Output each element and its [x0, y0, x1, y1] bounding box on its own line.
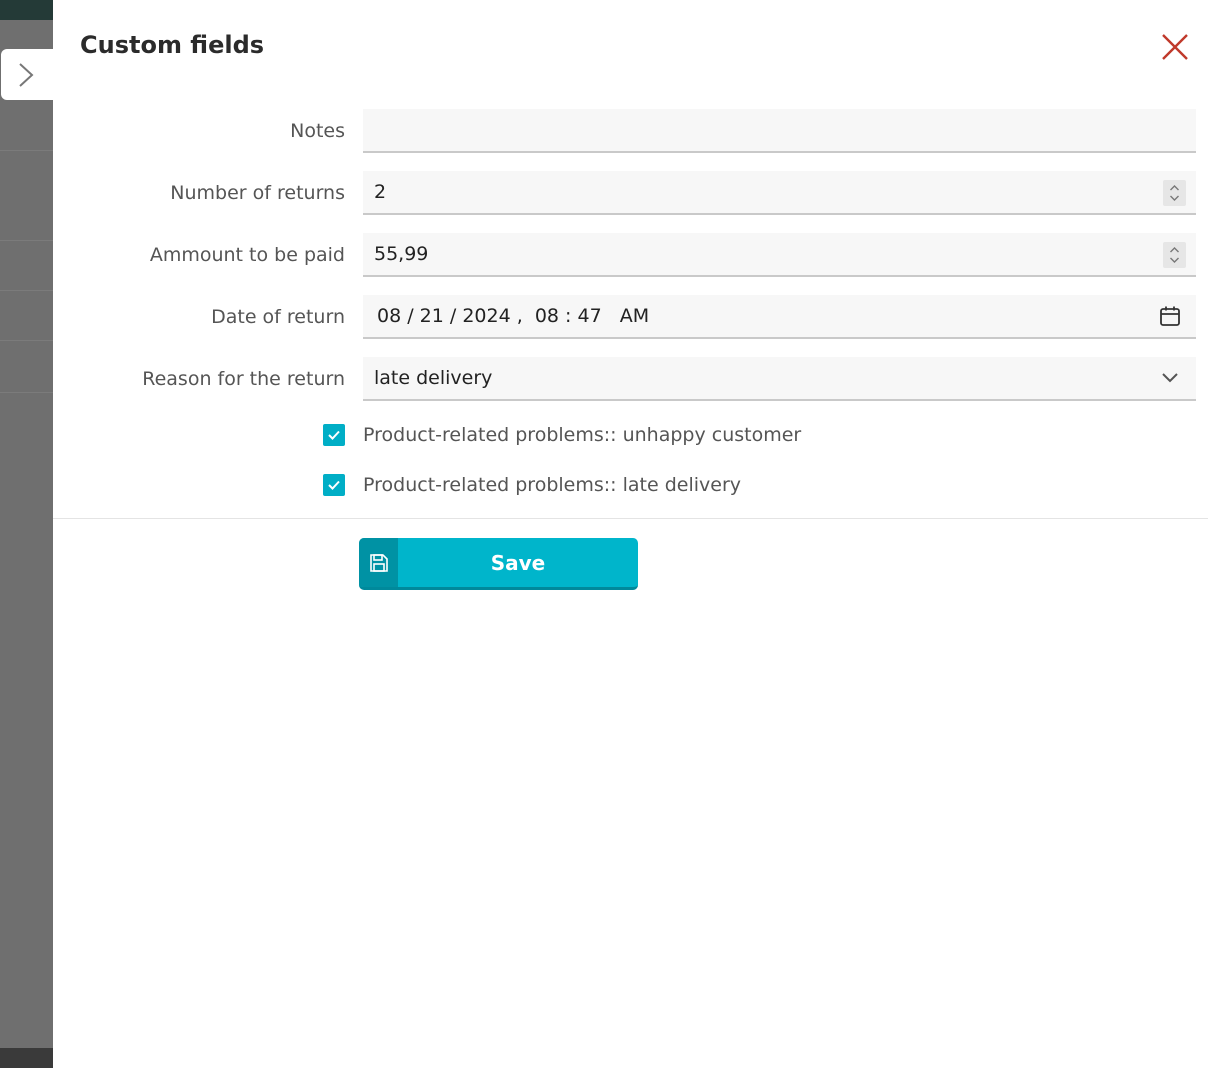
returns-value: 2 [374, 181, 387, 203]
reason-value: late delivery [374, 367, 493, 389]
close-icon [1162, 34, 1188, 60]
panel-title: Custom fields [80, 31, 265, 59]
save-label: Save [490, 550, 546, 575]
returns-stepper[interactable] [1163, 180, 1186, 206]
returns-label: Number of returns [170, 182, 345, 204]
save-icon-box [359, 538, 398, 587]
notes-input[interactable] [363, 109, 1196, 153]
background-divider [0, 392, 53, 393]
checkmark-icon [328, 430, 340, 440]
returns-row: Number of returns 2 [53, 171, 1208, 215]
checkbox-label: Product-related problems:: late delivery [363, 474, 741, 496]
background-divider [0, 240, 53, 241]
reason-row: Reason for the return late delivery [53, 357, 1208, 401]
notes-row: Notes [53, 109, 1208, 153]
checkmark-icon [328, 480, 340, 490]
expand-panel-button[interactable] [1, 49, 53, 100]
floppy-disk-icon [369, 553, 388, 572]
save-button[interactable]: Save [359, 538, 638, 590]
unhappy-customer-checkbox[interactable] [323, 424, 345, 446]
stepper-arrows-icon [1170, 185, 1179, 201]
stepper-arrows-icon [1170, 247, 1179, 263]
close-button[interactable] [1159, 31, 1191, 63]
date-input[interactable]: 08 / 21 / 2024 , 08 : 47 AM [363, 295, 1196, 339]
amount-input[interactable]: 55,99 [363, 233, 1196, 277]
notes-label: Notes [290, 120, 345, 142]
background-divider [0, 290, 53, 291]
custom-fields-panel: Custom fields Notes Number of returns 2 … [53, 0, 1208, 1068]
returns-input[interactable]: 2 [363, 171, 1196, 215]
checkbox-label: Product-related problems:: unhappy custo… [363, 424, 802, 446]
divider [53, 518, 1208, 519]
amount-value: 55,99 [374, 243, 429, 265]
background-bottombar [0, 1048, 53, 1068]
background-app [0, 0, 53, 1068]
chevron-down-icon [1162, 373, 1178, 383]
date-row: Date of return 08 / 21 / 2024 , 08 : 47 … [53, 295, 1208, 339]
amount-stepper[interactable] [1163, 242, 1186, 268]
amount-row: Ammount to be paid 55,99 [53, 233, 1208, 277]
amount-label: Ammount to be paid [149, 244, 345, 266]
date-label: Date of return [211, 306, 345, 328]
reason-label: Reason for the return [142, 368, 345, 390]
chevron-right-icon [19, 62, 34, 87]
background-divider [0, 150, 53, 151]
reason-select[interactable]: late delivery [363, 357, 1196, 401]
calendar-icon[interactable] [1159, 305, 1181, 327]
checkbox-row: Product-related problems:: unhappy custo… [53, 420, 1208, 450]
background-topbar [0, 0, 53, 20]
date-value: 08 / 21 / 2024 , 08 : 47 AM [377, 305, 650, 327]
late-delivery-checkbox[interactable] [323, 474, 345, 496]
checkbox-row: Product-related problems:: late delivery [53, 470, 1208, 500]
background-divider [0, 340, 53, 341]
